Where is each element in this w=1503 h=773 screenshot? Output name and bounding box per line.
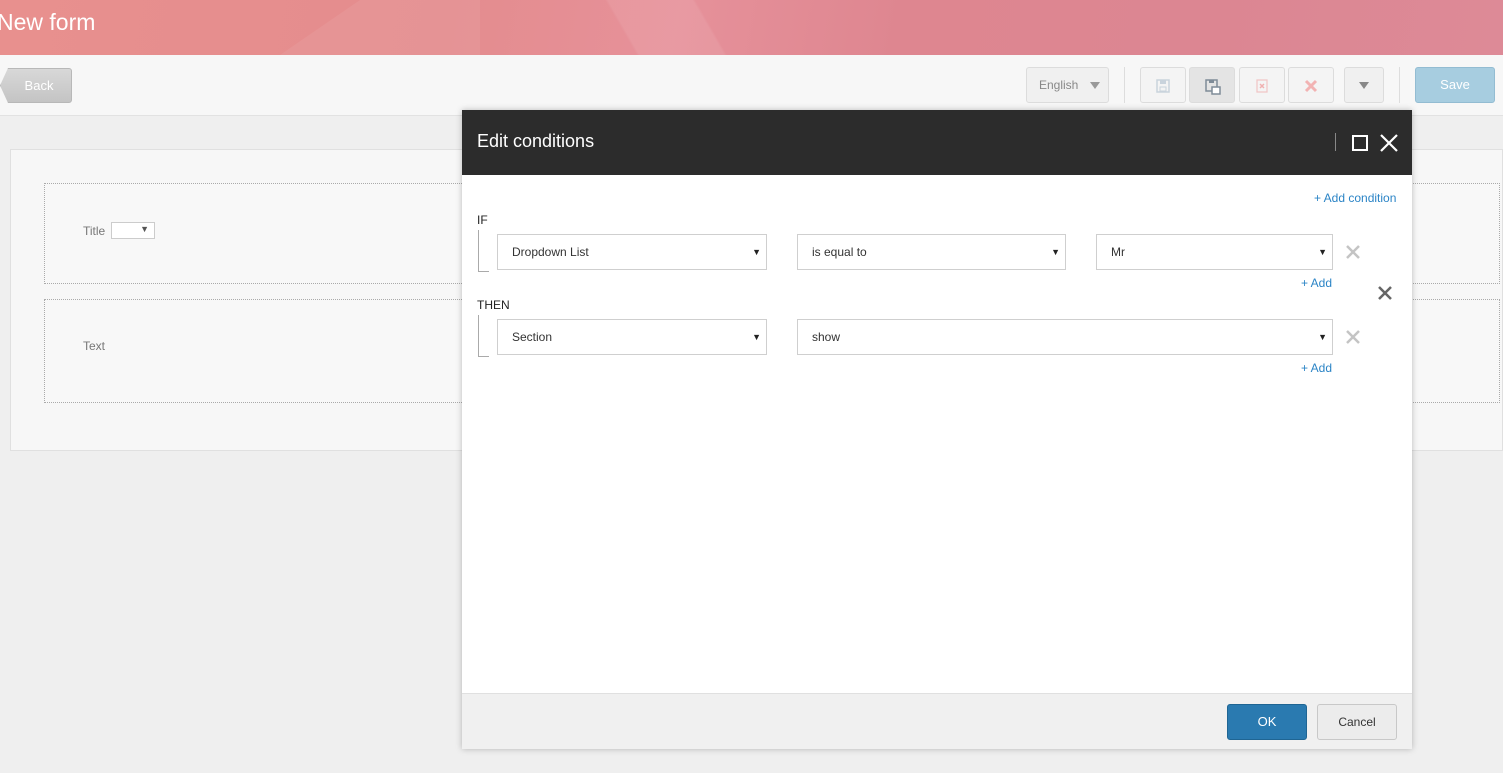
- maximize-icon[interactable]: [1352, 135, 1368, 151]
- save-as-icon: [1205, 79, 1221, 95]
- floppy-disk-icon: [1156, 79, 1170, 93]
- save-button[interactable]: Save: [1415, 67, 1495, 103]
- dropdown-arrow-icon: ▼: [1318, 247, 1327, 257]
- back-button[interactable]: Back: [0, 68, 72, 103]
- ok-button[interactable]: OK: [1227, 704, 1307, 740]
- save-as-button[interactable]: [1189, 67, 1235, 103]
- add-condition-link[interactable]: + Add condition: [1314, 191, 1396, 205]
- dropdown-arrow-icon: ▼: [752, 332, 761, 342]
- dropdown-arrow-icon: ▼: [1318, 332, 1327, 342]
- remove-action-icon[interactable]: [1345, 329, 1361, 345]
- save-draft-button[interactable]: [1140, 67, 1186, 103]
- chevron-down-icon: [1359, 82, 1369, 89]
- toolbar-divider: [1399, 67, 1400, 103]
- cancel-button[interactable]: Cancel: [1317, 704, 1397, 740]
- dialog-header: Edit conditions: [462, 110, 1412, 175]
- condition-operator-select[interactable]: is equal to ▼: [797, 234, 1066, 270]
- condition-value: Mr: [1111, 245, 1125, 259]
- action-target-value: Section: [512, 330, 553, 344]
- dialog-title: Edit conditions: [477, 131, 595, 151]
- header-banner: New form: [0, 0, 1503, 55]
- then-label: THEN: [477, 298, 510, 312]
- condition-value-select[interactable]: Mr ▼: [1096, 234, 1333, 270]
- dialog-footer: OK Cancel: [462, 693, 1412, 749]
- dropdown-arrow-icon: ▼: [752, 247, 761, 257]
- banner-decoration: [280, 0, 480, 55]
- close-icon[interactable]: [1379, 133, 1399, 153]
- banner-decoration: [520, 0, 780, 55]
- delete-icon: [1304, 79, 1318, 93]
- add-if-condition-link[interactable]: + Add: [1301, 276, 1332, 290]
- action-type-value: show: [812, 330, 841, 344]
- if-bracket: [478, 230, 489, 272]
- language-label: English: [1039, 78, 1079, 92]
- action-type-select[interactable]: show ▼: [797, 319, 1333, 355]
- header-divider: [1335, 133, 1336, 151]
- field-label-title: Title: [83, 224, 106, 238]
- remove-rule-icon[interactable]: [1377, 285, 1393, 301]
- title-dropdown[interactable]: ▼: [111, 222, 155, 239]
- chevron-down-icon: [1090, 82, 1100, 89]
- add-then-action-link[interactable]: + Add: [1301, 361, 1332, 375]
- edit-conditions-dialog: Edit conditions + Add condition IF Dropd…: [462, 110, 1412, 749]
- toolbar-divider: [1124, 67, 1125, 103]
- more-options-button[interactable]: [1344, 67, 1384, 103]
- dropdown-arrow-icon: ▼: [1051, 247, 1060, 257]
- then-bracket: [478, 315, 489, 357]
- field-label-text: Text: [83, 339, 106, 353]
- condition-operator-value: is equal to: [812, 245, 867, 259]
- if-label: IF: [477, 213, 488, 227]
- discard-button[interactable]: [1239, 67, 1285, 103]
- condition-field-value: Dropdown List: [512, 245, 589, 259]
- document-close-icon: [1256, 79, 1268, 93]
- toolbar: Back English Save: [0, 55, 1503, 116]
- delete-button[interactable]: [1288, 67, 1334, 103]
- condition-field-select[interactable]: Dropdown List ▼: [497, 234, 767, 270]
- remove-condition-icon[interactable]: [1345, 244, 1361, 260]
- language-selector[interactable]: English: [1026, 67, 1109, 103]
- action-target-select[interactable]: Section ▼: [497, 319, 767, 355]
- dropdown-arrow-icon: ▼: [140, 224, 149, 234]
- page-title: New form: [0, 9, 96, 35]
